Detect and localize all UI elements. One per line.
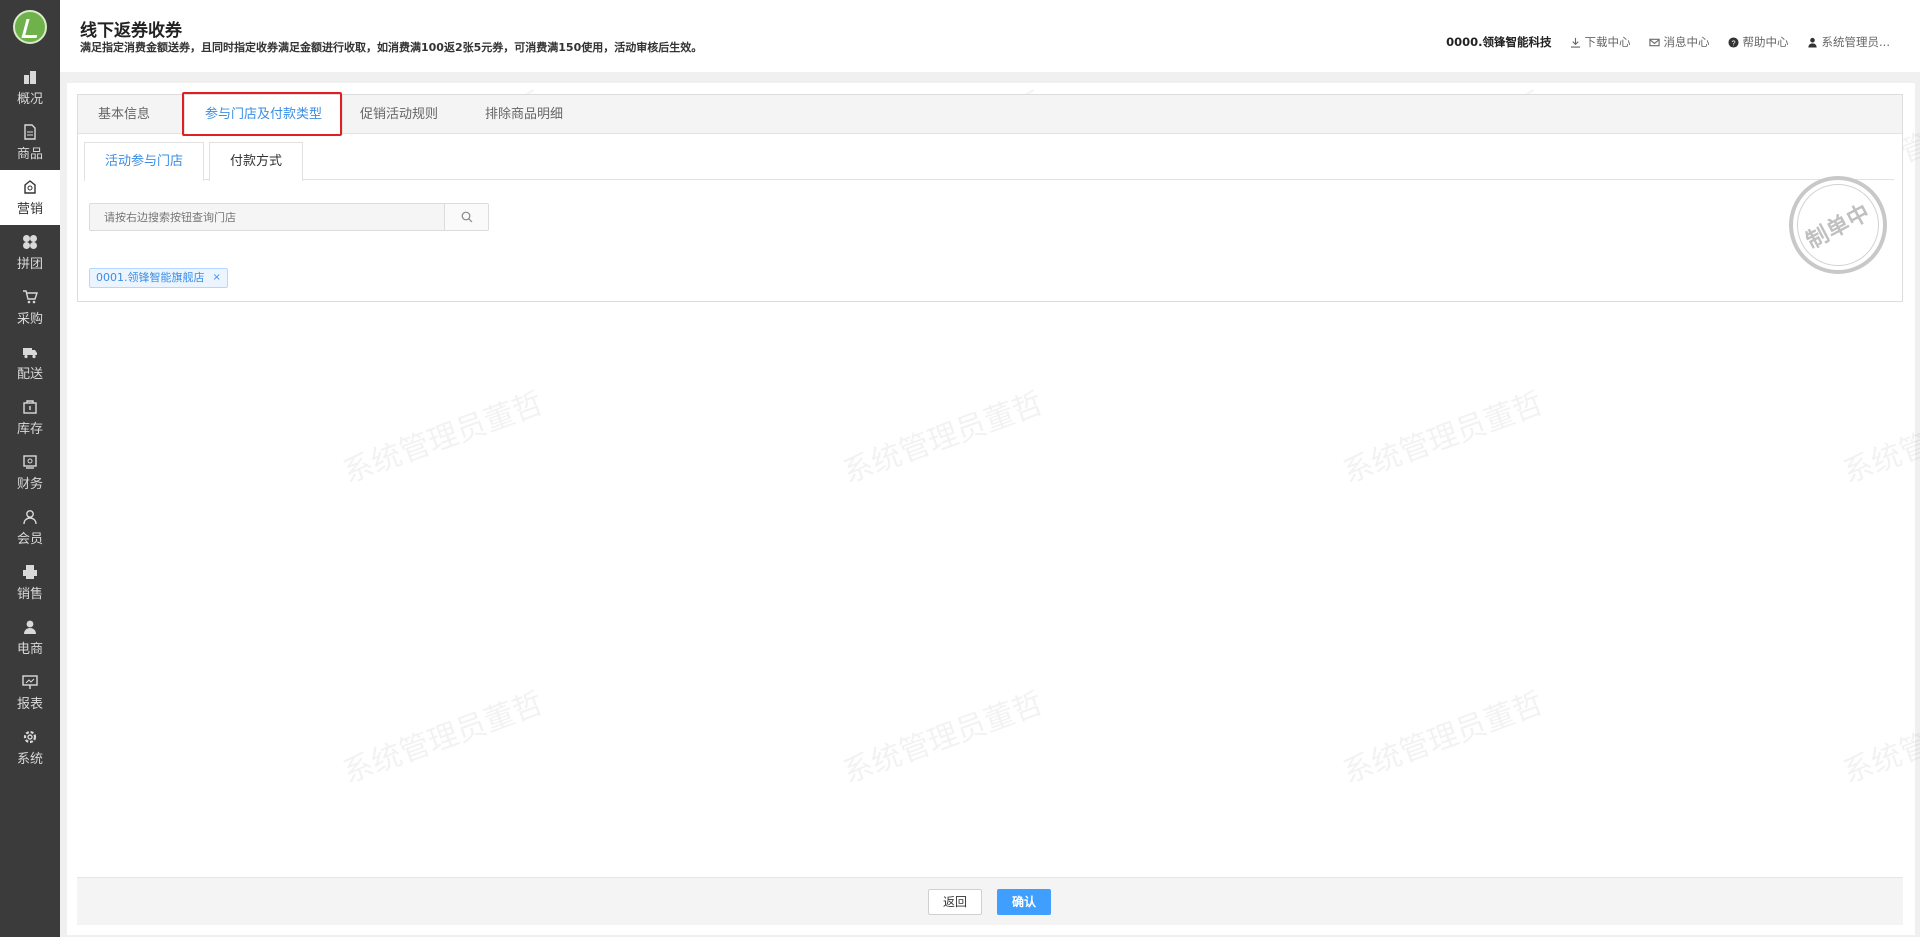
logo[interactable] [13,10,47,44]
stamp-text: 制单中 [1802,199,1876,255]
sidebar: 概况 商品 营销 拼团 采购 配送 库存 财务 会员 销售 电商 报表 系统 [0,0,60,937]
message-center-label: 消息中心 [1663,35,1710,49]
back-button[interactable]: 返回 [928,889,983,915]
sidebar-item-system[interactable]: 系统 [0,720,60,775]
mail-icon [1648,38,1660,46]
sidebar-item-label: 系统 [16,752,43,767]
watermark: 系统管理员董哲 [338,685,548,791]
tab-stores-payment[interactable]: 参与门店及付款类型 [184,95,344,135]
tab-promotion-rules[interactable]: 促销活动规则 [340,95,458,134]
sidebar-item-products[interactable]: 商品 [0,115,60,170]
watermark: 系统管理员董哲 [1838,385,1920,491]
marketing-bag-icon [21,178,39,196]
sidebar-item-label: 概况 [16,92,43,107]
watermark: 系统管理员董哲 [1838,685,1920,791]
company-name[interactable]: 0000.领锋智能科技 [1446,34,1551,50]
store-search [89,203,489,231]
sidebar-item-label: 采购 [16,312,43,327]
sidebar-item-label: 销售 [16,587,43,602]
status-stamp: 制单中 [1789,176,1887,274]
sidebar-item-inventory[interactable]: 库存 [0,390,60,445]
watermark: 系统管理员董哲 [1338,685,1548,791]
user-icon [21,508,39,526]
person-filled-icon [21,618,39,636]
store-tag: 0001.领锋智能旗舰店 × [89,268,228,288]
tab-basic-info[interactable]: 基本信息 [78,95,170,134]
watermark: 系统管理员董哲 [1338,385,1548,491]
close-icon[interactable]: × [213,269,221,287]
sidebar-item-reports[interactable]: 报表 [0,665,60,720]
chart-board-icon [21,673,39,691]
printer-icon [21,563,39,581]
sidebar-item-members[interactable]: 会员 [0,500,60,555]
message-center-link[interactable]: 消息中心 [1648,34,1710,50]
store-tag-label: 0001.领锋智能旗舰店 [96,271,205,284]
sidebar-item-label: 商品 [16,147,43,162]
user-menu[interactable]: 系统管理员... [1807,34,1890,50]
user-icon [1807,37,1817,48]
sidebar-item-finance[interactable]: 财务 [0,445,60,500]
sidebar-item-delivery[interactable]: 配送 [0,335,60,390]
cart-icon [21,288,39,306]
subtab-payment-methods[interactable]: 付款方式 [209,142,304,181]
sidebar-item-label: 库存 [16,422,43,437]
sidebar-item-overview[interactable]: 概况 [0,60,60,115]
top-header: 线下返券收券 满足指定消费金额送券，且同时指定收券满足金额进行收取，如消费满10… [60,0,1920,72]
page-title: 线下返券收券 [80,21,182,41]
download-icon [1570,37,1580,48]
form-card: 基本信息 参与门店及付款类型 促销活动规则 排除商品明细 活动参与门店 付款方式… [77,92,1903,302]
store-search-input[interactable] [90,204,444,230]
watermark: 系统管理员董哲 [338,385,548,491]
gear-icon [21,728,39,746]
main-panel: 系统管理员董哲 系统管理员董哲 系统管理员董哲 系统管理员董哲 系统管理员董哲 … [67,83,1920,935]
sidebar-item-ecommerce[interactable]: 电商 [0,610,60,665]
confirm-button[interactable]: 确认 [997,889,1052,915]
footer-bar: 返回 确认 [77,877,1903,925]
search-button[interactable] [444,204,488,230]
sidebar-item-group-buy[interactable]: 拼团 [0,225,60,280]
building-icon [21,68,39,86]
sidebar-nav: 概况 商品 营销 拼团 采购 配送 库存 财务 会员 销售 电商 报表 系统 [0,60,60,775]
sidebar-item-label: 财务 [16,477,43,492]
sidebar-item-label: 电商 [16,642,43,657]
watermark: 系统管理员董哲 [838,385,1048,491]
truck-icon [21,343,39,361]
search-icon [461,211,472,223]
sub-tabbar: 活动参与门店 付款方式 [84,142,1894,181]
sidebar-item-label: 拼团 [16,257,43,272]
page-description: 满足指定消费金额送券，且同时指定收券满足金额进行收取，如消费满100返2张5元券… [80,41,703,54]
document-icon [21,123,39,141]
help-center-link[interactable]: ? 帮助中心 [1727,34,1789,50]
sidebar-item-label: 报表 [16,697,43,712]
watermark: 系统管理员董哲 [838,685,1048,791]
header-toolbar: 0000.领锋智能科技 下载中心 消息中心 ? 帮助中心 系统管理员... [1446,34,1890,50]
sidebar-item-sales[interactable]: 销售 [0,555,60,610]
sidebar-item-label: 会员 [16,532,43,547]
sidebar-item-marketing[interactable]: 营销 [0,170,60,225]
help-center-label: 帮助中心 [1742,35,1789,49]
finance-icon [21,453,39,471]
sidebar-item-purchase[interactable]: 采购 [0,280,60,335]
help-icon: ? [1727,36,1739,48]
sidebar-item-label: 营销 [16,202,43,217]
download-center-link[interactable]: 下载中心 [1570,34,1631,50]
group-circles-icon [21,233,39,251]
user-name: 系统管理员... [1821,35,1890,49]
svg-text:?: ? [1731,38,1735,47]
box-icon [21,398,39,416]
download-center-label: 下载中心 [1584,35,1631,49]
sidebar-item-label: 配送 [16,367,43,382]
main-tabbar: 基本信息 参与门店及付款类型 促销活动规则 排除商品明细 [78,92,1902,136]
subtab-participating-stores[interactable]: 活动参与门店 [84,142,205,181]
tab-excluded-products[interactable]: 排除商品明细 [465,95,583,134]
